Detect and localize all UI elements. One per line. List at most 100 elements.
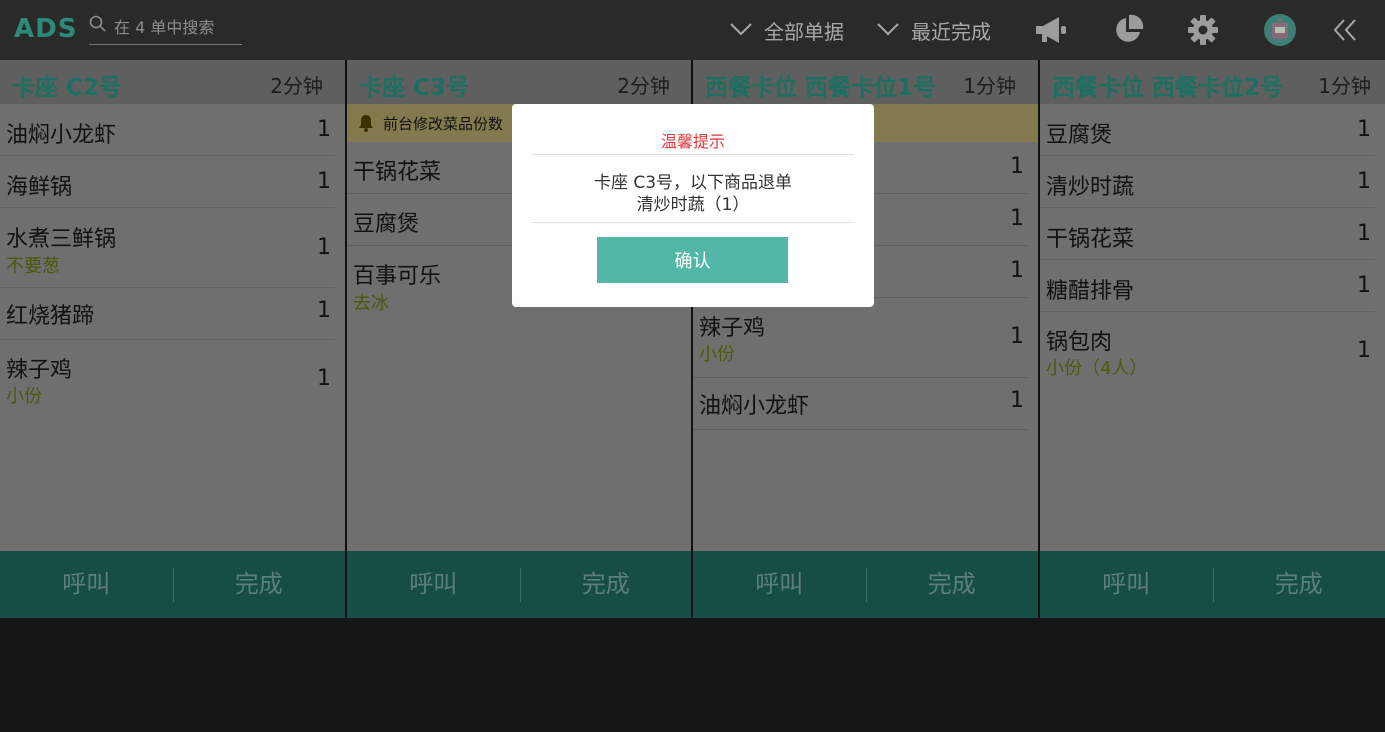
- kitchen-display-app: ADS 在 4 单中搜索 全部单据 最近完成 卡座 C2号 2分钟 油焖小龙虾 …: [0, 0, 1385, 732]
- item-note: 去冰: [353, 293, 389, 314]
- dialog-divider: [532, 222, 854, 223]
- order-card-western-2: 西餐卡位 西餐卡位2号 1分钟 豆腐煲 1 清炒时蔬 1 干锅花菜 1 糖醋排骨…: [1040, 60, 1385, 618]
- order-title: 卡座 C2号: [12, 75, 122, 101]
- call-button[interactable]: 呼叫: [0, 551, 173, 618]
- item-name: 油焖小龙虾: [699, 394, 810, 419]
- item-quantity: 1: [1357, 221, 1371, 246]
- collapse-icon[interactable]: [1328, 12, 1364, 48]
- item-quantity: 1: [317, 169, 331, 194]
- call-button[interactable]: 呼叫: [347, 551, 520, 618]
- done-button[interactable]: 完成: [520, 551, 693, 618]
- item-name: 干锅花菜: [353, 160, 442, 185]
- item-quantity: 1: [1010, 258, 1024, 283]
- order-item[interactable]: 水煮三鲜锅 不要葱 1: [0, 208, 335, 288]
- app-logo: ADS: [14, 14, 78, 44]
- item-quantity: 1: [317, 117, 331, 142]
- item-name: 清炒时蔬: [1046, 175, 1135, 200]
- item-name: 豆腐煲: [1046, 123, 1113, 148]
- bottom-empty-area: [0, 618, 1385, 732]
- item-name: 海鲜锅: [6, 175, 73, 200]
- item-quantity: 1: [1357, 273, 1371, 298]
- confirm-button[interactable]: 确认: [597, 237, 788, 283]
- item-quantity: 1: [1010, 206, 1024, 231]
- order-item[interactable]: 海鲜锅 1: [0, 156, 335, 208]
- item-note: 不要葱: [6, 256, 60, 277]
- pie-chart-icon[interactable]: [1110, 12, 1146, 48]
- order-item[interactable]: 清炒时蔬 1: [1040, 156, 1375, 208]
- order-footer: 呼叫 完成: [347, 551, 692, 618]
- order-item[interactable]: 干锅花菜 1: [1040, 208, 1375, 260]
- order-item[interactable]: 辣子鸡 小份 1: [693, 298, 1028, 378]
- gear-icon[interactable]: [1185, 12, 1221, 48]
- item-quantity: 1: [1357, 117, 1371, 142]
- item-quantity: 1: [1010, 388, 1024, 413]
- refund-alert-dialog: 温馨提示 卡座 C3号，以下商品退单 清炒时蔬（1） 确认: [512, 104, 874, 307]
- bell-icon: [359, 115, 373, 132]
- order-card-c2: 卡座 C2号 2分钟 油焖小龙虾 1 海鲜锅 1 水煮三鲜锅 不要葱 1 红烧猪…: [0, 60, 345, 618]
- column-divider: [1038, 60, 1040, 618]
- chevron-down-icon: [730, 23, 752, 36]
- order-footer: 呼叫 完成: [1040, 551, 1385, 618]
- item-name: 辣子鸡: [699, 316, 766, 341]
- search-box[interactable]: 在 4 单中搜索: [89, 10, 242, 45]
- done-button[interactable]: 完成: [1213, 551, 1385, 618]
- order-item[interactable]: 豆腐煲 1: [1040, 104, 1375, 156]
- filter-all-orders[interactable]: 全部单据: [730, 16, 860, 44]
- item-name: 百事可乐: [353, 264, 442, 289]
- order-header: 西餐卡位 西餐卡位1号 1分钟: [693, 60, 1038, 104]
- search-icon: [89, 15, 106, 32]
- item-note: 小份: [6, 386, 42, 407]
- avatar-icon[interactable]: [1262, 12, 1298, 48]
- call-button[interactable]: 呼叫: [1040, 551, 1213, 618]
- item-name: 干锅花菜: [1046, 227, 1135, 252]
- item-name: 红烧猪蹄: [6, 304, 95, 329]
- order-elapsed-time: 2分钟: [270, 74, 323, 98]
- item-quantity: 1: [1010, 324, 1024, 349]
- dialog-refunded-item: 清炒时蔬（1）: [636, 195, 750, 215]
- item-quantity: 1: [317, 366, 331, 391]
- done-button[interactable]: 完成: [173, 551, 346, 618]
- dialog-divider: [532, 154, 854, 155]
- order-header: 卡座 C3号 2分钟: [347, 60, 692, 104]
- item-quantity: 1: [1357, 338, 1371, 363]
- item-quantity: 1: [317, 298, 331, 323]
- item-quantity: 1: [1357, 169, 1371, 194]
- filter-all-orders-label: 全部单据: [764, 20, 844, 44]
- item-name: 锅包肉: [1046, 330, 1113, 355]
- order-elapsed-time: 1分钟: [963, 74, 1016, 98]
- item-name: 油焖小龙虾: [6, 123, 117, 148]
- order-item[interactable]: 糖醋排骨 1: [1040, 260, 1375, 312]
- order-item[interactable]: 油焖小龙虾 1: [0, 104, 335, 156]
- order-items: 油焖小龙虾 1 海鲜锅 1 水煮三鲜锅 不要葱 1 红烧猪蹄 1 辣子鸡 小份 …: [0, 104, 345, 420]
- order-item[interactable]: 辣子鸡 小份 1: [0, 340, 335, 420]
- order-header: 西餐卡位 西餐卡位2号 1分钟: [1040, 60, 1385, 104]
- item-name: 辣子鸡: [6, 358, 73, 383]
- item-note: 小份（4人）: [1046, 358, 1148, 379]
- order-title: 西餐卡位 西餐卡位1号: [705, 75, 937, 101]
- order-header: 卡座 C2号 2分钟: [0, 60, 345, 104]
- order-item[interactable]: 锅包肉 小份（4人） 1: [1040, 312, 1375, 392]
- done-button[interactable]: 完成: [866, 551, 1039, 618]
- order-notice-text: 前台修改菜品份数: [383, 115, 504, 133]
- order-elapsed-time: 2分钟: [617, 74, 670, 98]
- chevron-down-icon: [877, 23, 899, 36]
- order-item[interactable]: 油焖小龙虾 1: [693, 378, 1028, 430]
- megaphone-icon[interactable]: [1033, 12, 1069, 48]
- item-name: 糖醋排骨: [1046, 279, 1135, 304]
- item-name: 水煮三鲜锅: [6, 227, 117, 252]
- order-items: 豆腐煲 1 清炒时蔬 1 干锅花菜 1 糖醋排骨 1 锅包肉 小份（4人） 1: [1040, 104, 1385, 392]
- call-button[interactable]: 呼叫: [693, 551, 866, 618]
- search-placeholder[interactable]: 在 4 单中搜索: [114, 14, 214, 38]
- order-elapsed-time: 1分钟: [1318, 74, 1371, 98]
- column-divider: [345, 60, 347, 618]
- filter-recent-done[interactable]: 最近完成: [877, 16, 1007, 44]
- item-note: 小份: [699, 344, 735, 365]
- filter-recent-done-label: 最近完成: [911, 20, 991, 44]
- order-item[interactable]: 红烧猪蹄 1: [0, 288, 335, 340]
- top-bar: ADS 在 4 单中搜索 全部单据 最近完成: [0, 0, 1385, 60]
- order-title: 卡座 C3号: [359, 75, 469, 101]
- item-quantity: 1: [1010, 154, 1024, 179]
- item-name: 豆腐煲: [353, 212, 420, 237]
- item-quantity: 1: [317, 235, 331, 260]
- dialog-title: 温馨提示: [660, 132, 725, 151]
